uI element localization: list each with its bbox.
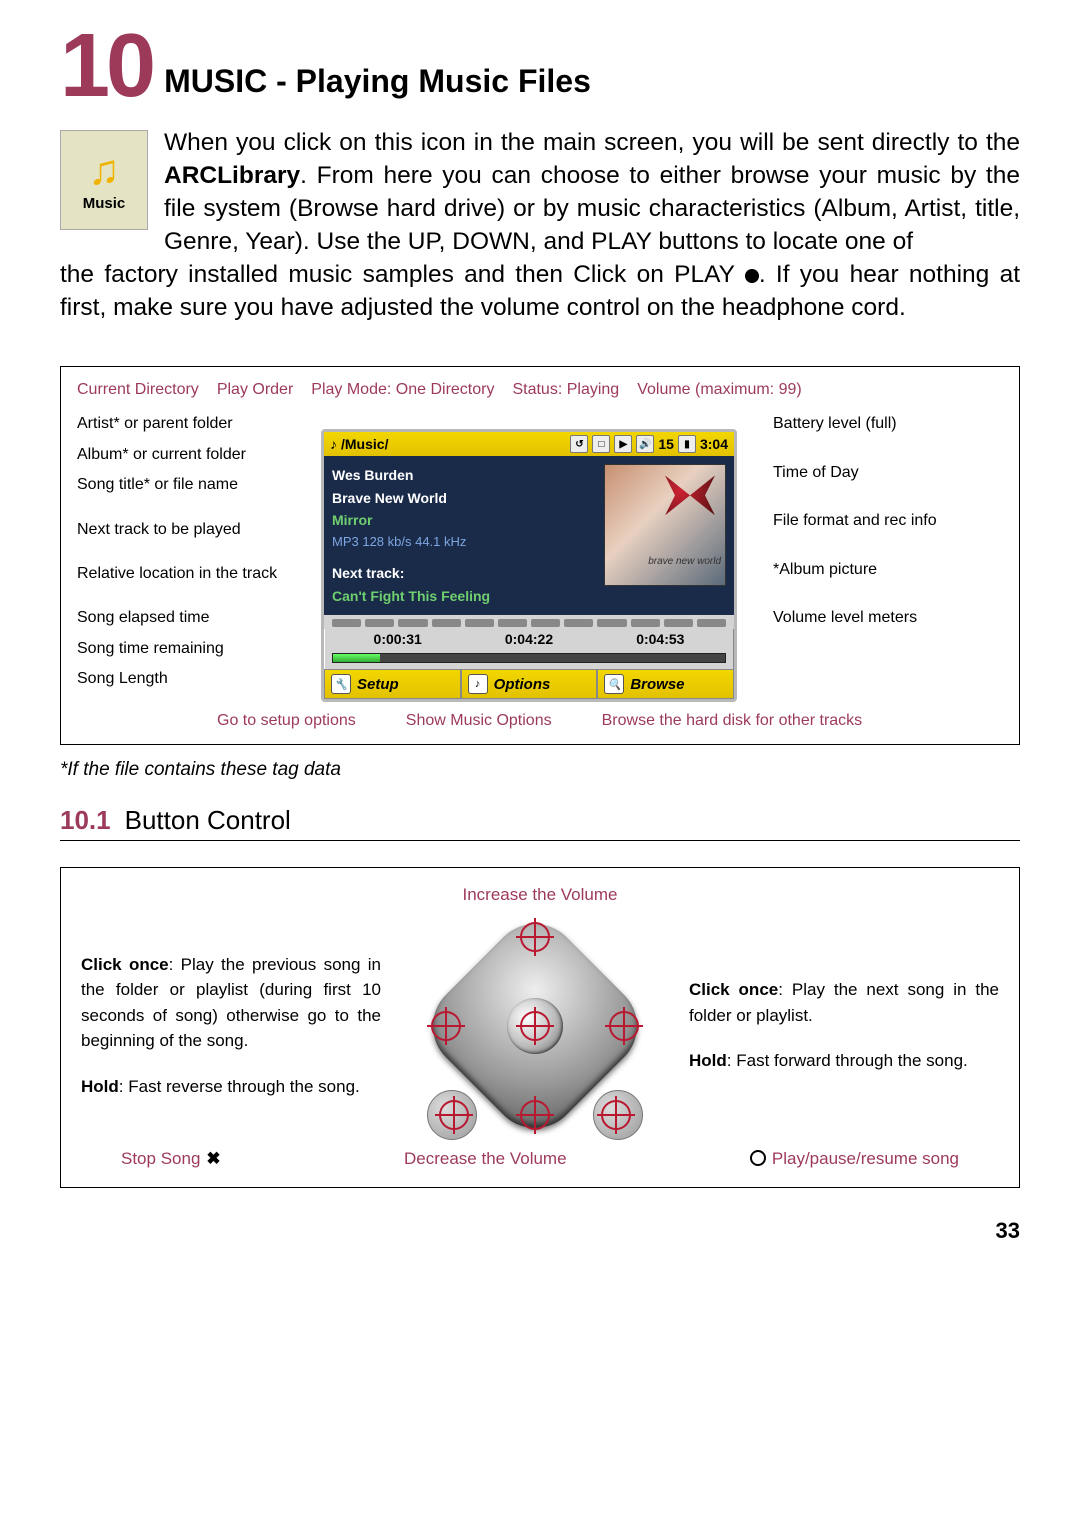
chapter-title: MUSIC - Playing Music Files <box>164 63 591 102</box>
time-length: 0:04:53 <box>636 631 684 647</box>
lbl-show-options: Show Music Options <box>406 712 552 730</box>
lbl-play-pause: Play/pause/resume song <box>750 1146 959 1172</box>
music-icon: ♫ Music <box>60 130 148 230</box>
x-icon: ✖ <box>206 1146 220 1172</box>
music-icon-label: Music <box>83 195 126 212</box>
player-next-label: Next track: <box>332 562 596 584</box>
lbl-song-title: Song title* or file name <box>77 470 297 500</box>
lbl-stop-song: Stop Song ✖ <box>121 1146 221 1172</box>
lbl-album: Album* or current folder <box>77 440 297 470</box>
chapter-header: 10 MUSIC - Playing Music Files <box>60 30 1020 102</box>
section-number: 10.1 <box>60 805 111 836</box>
chapter-number: 10 <box>60 30 152 102</box>
lbl-volume-max: Volume (maximum: 99) <box>637 381 802 399</box>
note-icon: ♪ <box>468 674 488 694</box>
volume-value: 15 <box>658 436 674 452</box>
time-remain: 0:04:22 <box>505 631 553 647</box>
options-tab-label: Options <box>494 676 551 693</box>
button-control-diagram: Increase the Volume Click once: Play the… <box>60 867 1020 1188</box>
aim-right-icon <box>609 1011 639 1041</box>
aim-stop-icon <box>439 1100 469 1130</box>
browse-tab[interactable]: 🔍 Browse <box>597 669 734 699</box>
player-title: Mirror <box>332 509 596 531</box>
wrench-icon: 🔧 <box>331 674 351 694</box>
butterfly-icon <box>665 475 715 515</box>
lbl-goto-setup: Go to setup options <box>217 712 356 730</box>
lbl-elapsed: Song elapsed time <box>77 603 297 633</box>
lbl-battery: Battery level (full) <box>773 409 1003 439</box>
volume-icon: 🔊 <box>636 435 654 453</box>
section-heading: 10.1 Button Control <box>60 805 1020 841</box>
lbl-length: Song Length <box>77 664 297 694</box>
shuffle-icon: ↺ <box>570 435 588 453</box>
magnifier-icon: 🔍 <box>604 674 624 694</box>
repeat-icon: □ <box>592 435 610 453</box>
aim-up-icon <box>520 922 550 952</box>
browse-tab-label: Browse <box>630 676 684 693</box>
lbl-file-format: File format and rec info <box>773 506 1003 536</box>
aim-down-icon <box>520 1100 550 1130</box>
lbl-fast-forward: Hold: Fast forward through the song. <box>689 1048 999 1074</box>
page-number: 33 <box>60 1218 1020 1244</box>
diagram-footnote: *If the file contains these tag data <box>60 759 1020 781</box>
lbl-prev-song: Click once: Play the previous song in th… <box>81 952 381 1054</box>
options-tab[interactable]: ♪ Options <box>461 669 598 699</box>
lbl-rel-loc: Relative location in the track <box>77 559 297 589</box>
play-status-icon: ▶ <box>614 435 632 453</box>
lbl-next-song: Click once: Play the next song in the fo… <box>689 977 999 1028</box>
player-diagram: Current Directory Play Order Play Mode: … <box>60 366 1020 745</box>
intro-text-2: the factory installed music samples and … <box>60 258 1020 324</box>
time-elapsed: 0:00:31 <box>374 631 422 647</box>
lbl-next-track: Next track to be played <box>77 515 297 545</box>
player-album: Brave New World <box>332 487 596 509</box>
lbl-status: Status: Playing <box>512 381 619 399</box>
player-path: /Music/ <box>341 436 388 452</box>
setup-tab-label: Setup <box>357 676 399 693</box>
lbl-artist: Artist* or parent folder <box>77 409 297 439</box>
dpad <box>425 916 645 1136</box>
lbl-browse-disk: Browse the hard disk for other tracks <box>602 712 863 730</box>
battery-icon: ▮ <box>678 435 696 453</box>
album-art <box>604 464 726 586</box>
intro-text-1: When you click on this icon in the main … <box>164 126 1020 258</box>
aim-play-icon <box>601 1100 631 1130</box>
lbl-current-dir: Current Directory <box>77 381 199 399</box>
setup-tab[interactable]: 🔧 Setup <box>324 669 461 699</box>
lbl-increase-volume: Increase the Volume <box>81 882 999 908</box>
volume-meters <box>324 615 734 629</box>
player-codec: MP3 128 kb/s 44.1 kHz <box>332 532 596 553</box>
lbl-decrease-volume: Decrease the Volume <box>404 1146 567 1172</box>
lbl-album-picture: *Album picture <box>773 555 1003 585</box>
player-artist: Wes Burden <box>332 464 596 486</box>
lbl-fast-reverse: Hold: Fast reverse through the song. <box>81 1074 381 1100</box>
player-next-track: Can't Fight This Feeling <box>332 585 596 607</box>
music-folder-icon: ♪ <box>330 436 337 452</box>
player-titlebar: ♪ /Music/ ↺ □ ▶ 🔊 15 ▮ 3:04 <box>324 432 734 456</box>
section-title: Button Control <box>125 805 291 836</box>
lbl-remain: Song time remaining <box>77 634 297 664</box>
lbl-vol-meters: Volume level meters <box>773 603 1003 633</box>
lbl-time-of-day: Time of Day <box>773 458 1003 488</box>
progress-bar <box>332 653 726 663</box>
aim-center-icon <box>520 1011 550 1041</box>
circle-icon <box>750 1150 766 1166</box>
aim-left-icon <box>431 1011 461 1041</box>
lbl-play-mode: Play Mode: One Directory <box>311 381 494 399</box>
clock-value: 3:04 <box>700 436 728 452</box>
player-window: ♪ /Music/ ↺ □ ▶ 🔊 15 ▮ 3:04 Wes Burden <box>321 429 737 702</box>
lbl-play-order: Play Order <box>217 381 293 399</box>
music-note-icon: ♫ <box>88 149 120 191</box>
